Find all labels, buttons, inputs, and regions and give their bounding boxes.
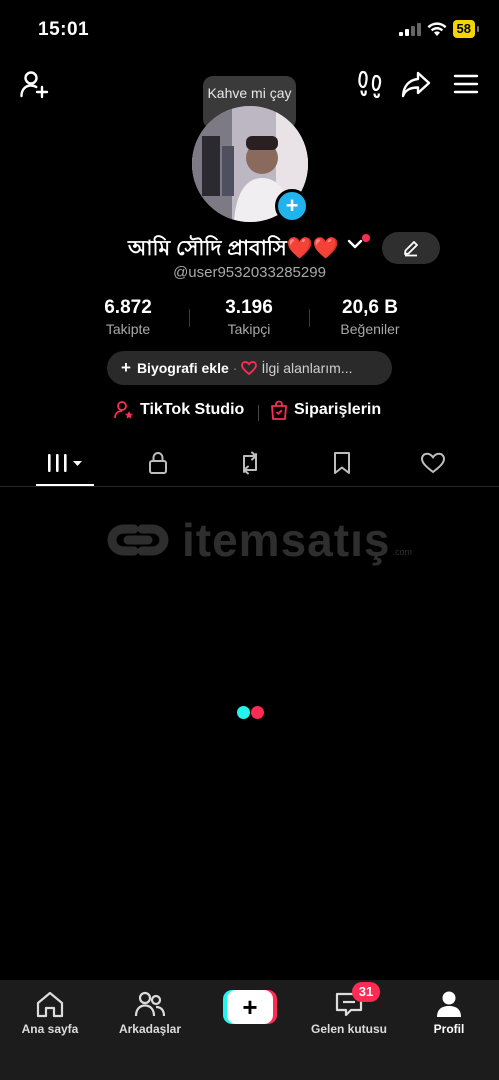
add-friend-button[interactable]	[16, 66, 52, 102]
stat-label: Beğeniler	[340, 321, 400, 337]
orders-label: Siparişlerin	[294, 401, 382, 418]
stat-label: Takipçi	[227, 321, 271, 337]
nav-inbox[interactable]: Gelen kutusu	[299, 988, 399, 1036]
stat-likes[interactable]: 20,6 B Beğeniler	[310, 297, 430, 337]
footprints-icon	[358, 70, 382, 98]
videos-grid-icon	[48, 454, 82, 472]
bio-bar: + Biyografi ekle · İlgi alanlarım...	[107, 351, 392, 385]
notification-dot	[362, 234, 370, 242]
tab-reposts[interactable]	[225, 448, 275, 478]
heart-icon	[420, 452, 446, 474]
active-tab-indicator	[36, 484, 94, 486]
lock-icon	[149, 451, 167, 474]
plus-icon: +	[121, 358, 131, 377]
share-arrow-icon	[401, 71, 431, 98]
watermark-suffix: .com	[392, 547, 412, 557]
watermark-text: itemsatış	[182, 514, 391, 566]
friends-icon	[134, 991, 166, 1017]
chevron-down-icon[interactable]	[347, 238, 363, 250]
content-tabs	[0, 442, 499, 487]
username: @user9532033285299	[173, 264, 326, 281]
interests-button[interactable]: İlgi alanlarım...	[261, 360, 352, 376]
nav-inbox-label: Gelen kutusu	[310, 1022, 387, 1036]
nav-friends[interactable]: Arkadaşlar	[100, 988, 200, 1036]
add-person-icon	[20, 71, 49, 99]
battery-indicator: 58	[452, 20, 480, 38]
watermark-logo-icon	[107, 524, 169, 556]
stat-value: 6.872	[104, 297, 152, 318]
tiktok-studio-link[interactable]: TikTok Studio	[114, 400, 244, 420]
tab-favorites[interactable]	[317, 448, 367, 478]
orders-link[interactable]: Siparişlerin	[270, 400, 381, 420]
tab-videos[interactable]	[40, 448, 90, 478]
share-profile-button[interactable]	[398, 66, 434, 102]
edit-profile-button[interactable]	[382, 232, 440, 264]
signal-icon	[398, 23, 421, 36]
nav-friends-label: Arkadaşlar	[118, 1022, 182, 1036]
nav-profile-label: Profil	[433, 1022, 465, 1036]
loader-dot-cyan	[237, 706, 250, 719]
stat-value: 3.196	[225, 297, 273, 318]
stat-label: Takipte	[105, 321, 151, 337]
bottom-nav: Ana sayfa Arkadaşlar + Gelen kutusu 31 P…	[0, 980, 499, 1080]
home-icon	[36, 991, 64, 1018]
tab-private[interactable]	[133, 448, 183, 478]
name-row: আমি সৌদি প্রাবাসি❤️❤️	[0, 232, 499, 264]
links-row: TikTok Studio Siparişlerin	[0, 400, 499, 426]
stat-followers[interactable]: 3.196 Takipçi	[189, 297, 309, 337]
add-bio-button[interactable]: Biyografi ekle	[137, 360, 229, 376]
add-story-button[interactable]: +	[275, 189, 309, 223]
wifi-icon	[427, 21, 447, 36]
bookmark-icon	[334, 452, 350, 474]
profile-views-button[interactable]	[352, 66, 388, 102]
nav-home-label: Ana sayfa	[21, 1022, 79, 1036]
nav-profile[interactable]: Profil	[399, 988, 499, 1036]
stats-row: 6.872 Takipte 3.196 Takipçi 20,6 B Beğen…	[0, 297, 499, 341]
status-bar: 15:01 58	[0, 0, 499, 60]
tiktok-studio-label: TikTok Studio	[140, 401, 245, 418]
inbox-badge: 31	[352, 982, 380, 1002]
pencil-icon	[404, 241, 418, 257]
shopping-bag-icon	[271, 400, 287, 420]
stat-value: 20,6 B	[342, 297, 398, 318]
create-icon: +	[227, 990, 273, 1024]
tab-liked[interactable]	[408, 448, 458, 478]
loading-indicator	[237, 706, 264, 719]
bio-separator: ·	[232, 360, 238, 376]
links-divider	[258, 405, 259, 421]
nav-home[interactable]: Ana sayfa	[0, 988, 100, 1036]
create-button[interactable]: +	[223, 990, 277, 1024]
watermark: itemsatış .com	[104, 513, 412, 567]
profile-icon	[437, 991, 461, 1017]
status-icons: 58	[398, 20, 480, 38]
menu-button[interactable]	[448, 66, 484, 102]
stat-following[interactable]: 6.872 Takipte	[68, 297, 188, 337]
repost-icon	[243, 451, 257, 475]
heart-outline-icon	[241, 361, 258, 375]
studio-person-star-icon	[114, 401, 133, 419]
loader-dot-red	[251, 706, 264, 719]
status-time: 15:01	[38, 19, 90, 40]
hamburger-menu-icon	[453, 74, 479, 94]
display-name[interactable]: আমি সৌদি প্রাবাসি❤️❤️	[128, 232, 339, 267]
